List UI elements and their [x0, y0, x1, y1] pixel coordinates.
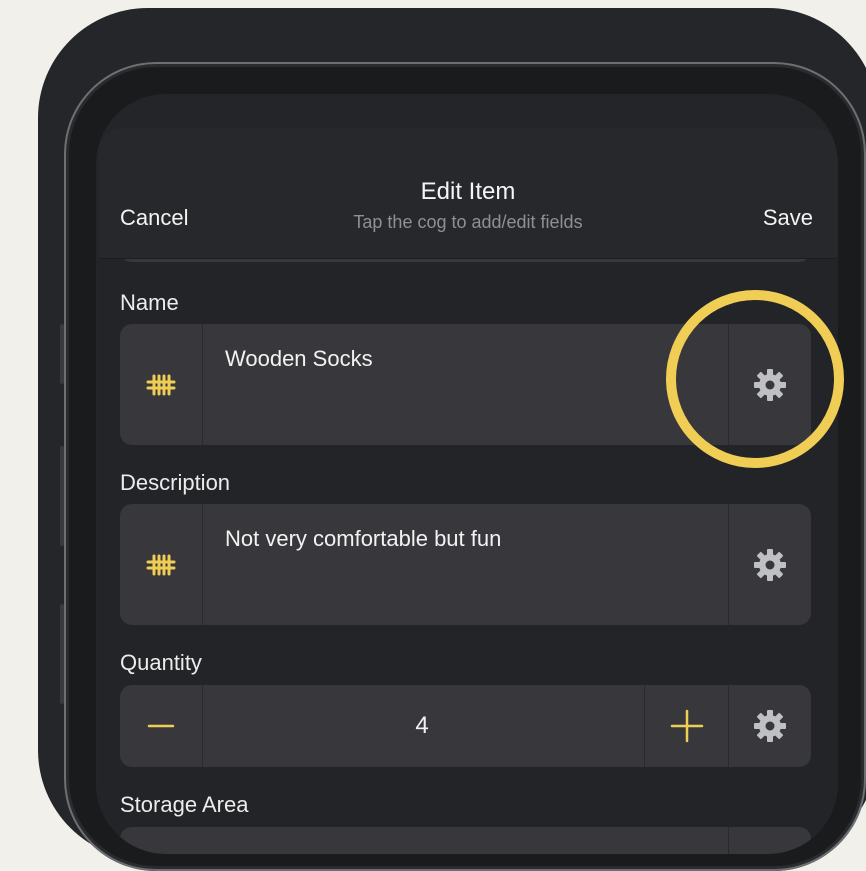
description-label: Description [120, 470, 231, 495]
tally-icon [146, 374, 176, 395]
name-input[interactable]: Wooden Socks [225, 346, 373, 372]
highlight-circle [666, 290, 844, 468]
page-title: Edit Item [420, 178, 516, 205]
plus-icon [670, 709, 704, 743]
tally-icon [146, 554, 176, 575]
quantity-label: Quantity [120, 650, 202, 675]
gear-icon [754, 710, 786, 742]
name-field-type [120, 324, 203, 445]
save-button[interactable]: Save [763, 205, 813, 231]
storage-area-field[interactable] [120, 827, 811, 854]
storage-area-label: Storage Area [120, 792, 249, 817]
quantity-stepper: 4 [120, 685, 811, 767]
description-field-type [120, 504, 203, 625]
storage-area-settings-button[interactable] [728, 827, 811, 854]
page-subtitle: Tap the cog to add/edit fields [353, 212, 583, 232]
name-label: Name [120, 290, 179, 315]
minus-icon [147, 724, 175, 728]
quantity-value[interactable]: 4 [202, 685, 642, 767]
decrement-button[interactable] [120, 685, 203, 767]
navigation-bar: Cancel Edit Item Tap the cog to add/edit… [98, 128, 838, 259]
screen: Cancel Edit Item Tap the cog to add/edit… [96, 94, 838, 854]
increment-button[interactable] [644, 685, 729, 767]
description-settings-button[interactable] [728, 504, 811, 625]
gear-icon [754, 548, 786, 581]
quantity-settings-button[interactable] [728, 685, 811, 767]
description-field: Not very comfortable but fun [120, 504, 811, 625]
description-input[interactable]: Not very comfortable but fun [225, 526, 501, 552]
edit-item-sheet: Cancel Edit Item Tap the cog to add/edit… [98, 128, 838, 854]
